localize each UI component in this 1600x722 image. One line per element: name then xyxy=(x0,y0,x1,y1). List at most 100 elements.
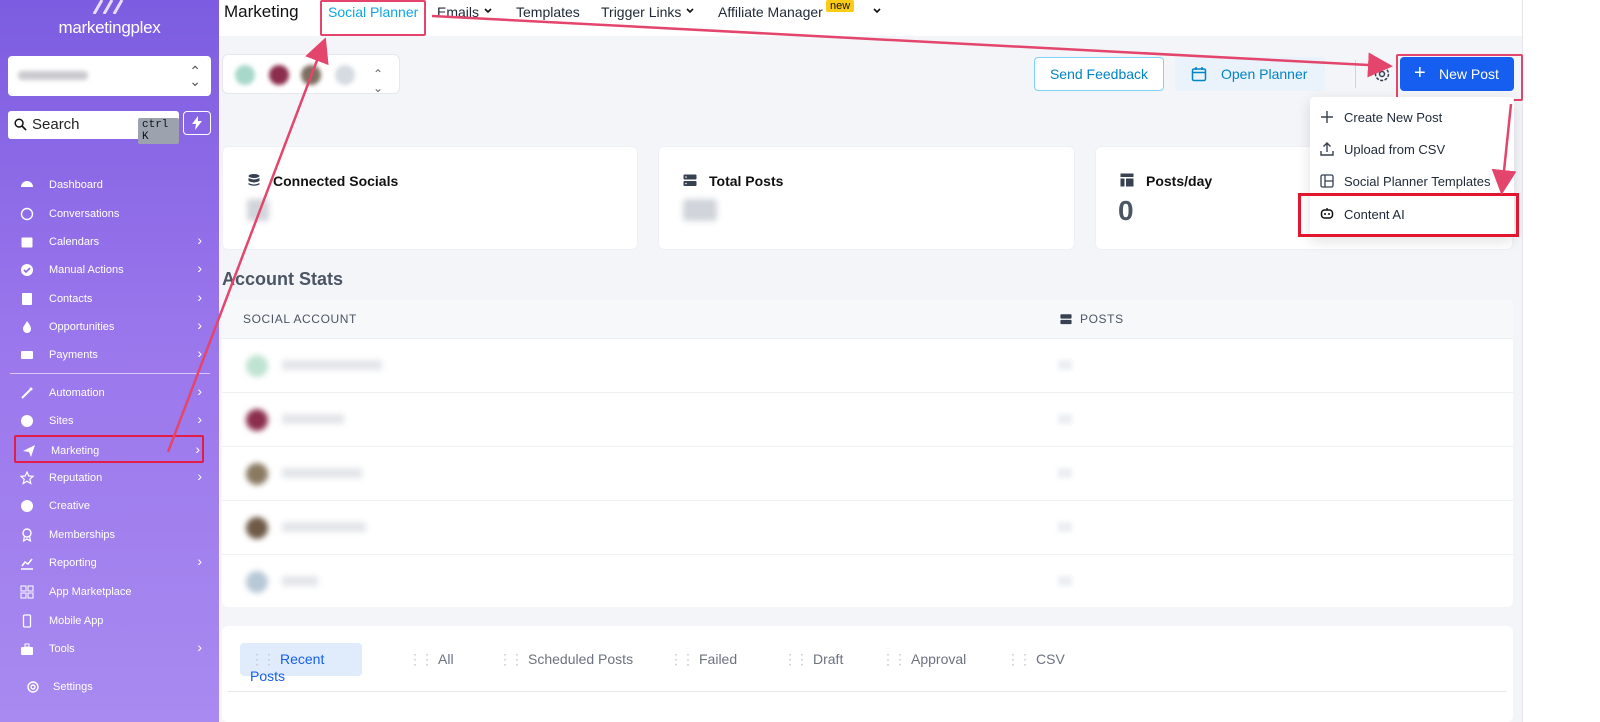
chevron-down-icon xyxy=(686,8,694,14)
sidebar-item-automation[interactable]: Automation › xyxy=(14,379,204,407)
card-title: Total Posts xyxy=(709,173,784,189)
chevron-right-icon: › xyxy=(197,345,202,361)
logo-text: marketingplex xyxy=(58,18,161,37)
layout-icon xyxy=(1120,173,1134,187)
upload-icon xyxy=(1320,142,1334,156)
table-row[interactable] xyxy=(222,554,1513,608)
row-posts-blurred xyxy=(1058,360,1072,370)
sidebar-item-label: Creative xyxy=(49,500,90,512)
tab-scheduled-posts[interactable]: ⋮⋮ Scheduled Posts xyxy=(498,643,633,676)
sidebar-item-tools[interactable]: Tools › xyxy=(14,635,204,663)
avatar xyxy=(269,65,289,85)
toolbox-icon xyxy=(21,643,33,655)
sidebar-item-memberships[interactable]: Memberships xyxy=(14,521,204,549)
sidebar-item-opportunities[interactable]: Opportunities › xyxy=(14,313,204,341)
tab-emails[interactable]: Emails xyxy=(437,4,479,20)
annotation-box-social-planner xyxy=(320,0,426,36)
search-icon xyxy=(14,118,27,131)
table-row[interactable] xyxy=(222,392,1513,446)
sidebar-item-label: Payments xyxy=(49,349,98,361)
sidebar-item-label: Manual Actions xyxy=(49,264,124,276)
sidebar-item-label: Opportunities xyxy=(49,321,115,333)
chevron-right-icon: › xyxy=(195,441,200,457)
tab-templates[interactable]: Templates xyxy=(516,4,580,20)
chart-icon xyxy=(21,558,33,570)
sidebar-item-manual-actions[interactable]: Manual Actions › xyxy=(14,256,204,284)
menu-item-label: Create New Post xyxy=(1344,110,1443,125)
sidebar-item-reporting[interactable]: Reporting › xyxy=(14,549,204,577)
tab-label: Failed xyxy=(699,651,738,667)
sidebar-item-reputation[interactable]: Reputation › xyxy=(14,464,204,492)
server-icon xyxy=(1060,314,1072,325)
drag-handle-icon: ⋮⋮ xyxy=(881,651,907,667)
tab-approval[interactable]: ⋮⋮ Approval xyxy=(881,643,966,676)
social-profile-selector[interactable]: ⌃ ⌄ xyxy=(222,54,400,95)
chevron-right-icon: › xyxy=(197,553,202,569)
search-input[interactable]: Search ctrl K xyxy=(8,111,179,144)
quick-action-bolt-button[interactable] xyxy=(183,111,211,135)
flame-icon xyxy=(23,321,31,333)
avatar xyxy=(301,65,321,85)
sidebar-item-creative[interactable]: Creative xyxy=(14,492,204,520)
total-posts-card: Total Posts xyxy=(658,146,1075,250)
sidebar-item-settings[interactable]: Settings xyxy=(14,673,204,701)
row-name-blurred xyxy=(282,360,382,370)
page-title: Marketing xyxy=(224,2,299,21)
gear-icon[interactable] xyxy=(1372,64,1392,84)
send-feedback-button[interactable]: Send Feedback xyxy=(1034,57,1164,91)
row-name-blurred xyxy=(282,468,362,478)
tab-draft[interactable]: ⋮⋮ Draft xyxy=(783,643,843,676)
magic-wand-icon xyxy=(21,387,33,399)
tab-csv[interactable]: ⋮⋮ CSV xyxy=(1006,643,1065,676)
chevron-down-icon xyxy=(484,8,492,14)
sidebar-item-marketing[interactable]: Marketing › xyxy=(14,435,204,463)
calendar-icon xyxy=(1191,67,1207,82)
annotation-box-new-post xyxy=(1396,54,1523,101)
credit-card-icon xyxy=(21,351,33,359)
sidebar-item-payments[interactable]: Payments › xyxy=(14,341,204,369)
server-icon xyxy=(683,174,697,186)
row-posts-blurred xyxy=(1058,522,1072,532)
sidebar-item-contacts[interactable]: Contacts › xyxy=(14,285,204,313)
tab-label: CSV xyxy=(1036,651,1065,667)
table-row[interactable] xyxy=(222,338,1513,392)
sidebar-item-sites[interactable]: Sites › xyxy=(14,407,204,435)
tab-affiliate-manager[interactable]: Affiliate Manager xyxy=(718,4,823,20)
sidebar-item-label: Contacts xyxy=(49,293,93,305)
tab-all[interactable]: ⋮⋮ All xyxy=(408,643,454,676)
menu-item-upload-from-csv[interactable]: Upload from CSV xyxy=(1310,133,1514,165)
sidebar-item-calendars[interactable]: Calendars › xyxy=(14,228,204,256)
avatar xyxy=(246,409,268,431)
tab-label: Draft xyxy=(813,651,844,667)
app-window: marketingplex ⌃ ⌄ Search ctrl K Dashboard… xyxy=(0,0,1600,722)
card-value-blurred xyxy=(247,199,269,221)
tab-failed[interactable]: ⋮⋮ Failed xyxy=(669,643,737,676)
chat-icon xyxy=(20,207,34,221)
menu-item-label: Upload from CSV xyxy=(1344,142,1446,157)
more-tabs-chevron-icon[interactable] xyxy=(872,6,882,16)
sidebar-item-label: Conversations xyxy=(49,208,120,220)
chevron-right-icon: › xyxy=(197,317,202,333)
drag-handle-icon: ⋮⋮ xyxy=(783,651,809,667)
sidebar-item-mobile-app[interactable]: Mobile App xyxy=(14,607,204,635)
table-row[interactable] xyxy=(222,446,1513,500)
sidebar-item-conversations[interactable]: Conversations xyxy=(14,200,204,228)
avatar xyxy=(235,65,255,85)
column-header-posts: POSTS xyxy=(1080,312,1124,326)
drag-handle-icon: ⋮⋮ xyxy=(498,651,524,667)
menu-item-create-new-post[interactable]: Create New Post xyxy=(1310,101,1514,133)
sidebar-item-app-marketplace[interactable]: App Marketplace xyxy=(14,578,204,606)
palette-icon xyxy=(21,500,33,512)
tab-recent-posts[interactable]: ⋮⋮ Recent Posts xyxy=(240,643,362,684)
sidebar-item-dashboard[interactable]: Dashboard xyxy=(14,171,204,199)
chevron-right-icon: › xyxy=(197,639,202,655)
avatar xyxy=(335,65,355,85)
gear-icon xyxy=(27,681,39,693)
account-switcher[interactable]: ⌃ ⌄ xyxy=(8,56,211,96)
row-name-blurred xyxy=(282,522,366,532)
search-label: Search xyxy=(32,116,80,133)
table-row[interactable] xyxy=(222,500,1513,554)
search-shortcut: ctrl K xyxy=(138,118,179,144)
open-planner-button[interactable]: Open Planner xyxy=(1175,57,1325,91)
tab-trigger-links[interactable]: Trigger Links xyxy=(601,4,681,20)
